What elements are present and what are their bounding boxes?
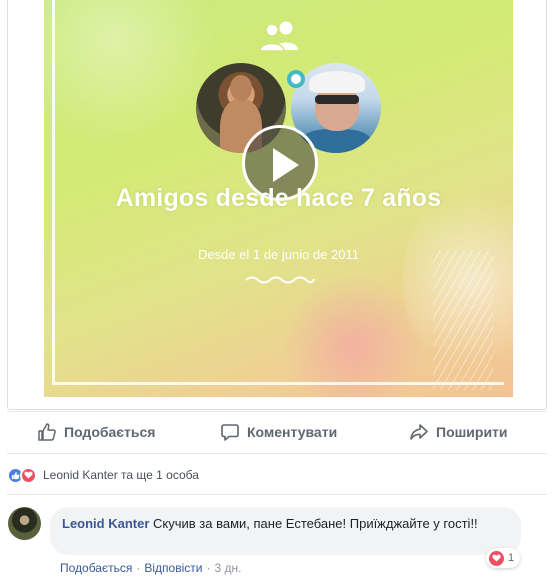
wave-decoration (245, 276, 315, 284)
share-button[interactable]: Поширити (409, 421, 508, 443)
separator-dot: · (206, 561, 211, 575)
video-streak (433, 250, 493, 390)
comment-button[interactable]: Коментувати (220, 421, 337, 443)
video-subtitle: Desde el 1 de junio de 2011 (198, 247, 359, 262)
share-label: Поширити (436, 424, 508, 440)
comment-timestamp[interactable]: 3 дн. (214, 561, 241, 575)
video-title: Amigos desde hace 7 años (115, 184, 442, 212)
love-reaction-icon (489, 550, 504, 566)
play-icon (273, 148, 299, 182)
avatar-ring-dot (287, 70, 305, 88)
comment-author-avatar[interactable] (8, 507, 41, 540)
friends-icon (259, 21, 298, 52)
post-card: Amigos desde hace 7 años Desde el 1 de j… (7, 0, 547, 410)
share-icon (410, 424, 428, 440)
thumbs-up-icon (38, 423, 56, 441)
comment-actions: Подобається · Відповісти · 3 дн. (60, 561, 241, 575)
love-reaction-icon (20, 466, 37, 484)
comment-author-link[interactable]: Leonid Kanter (62, 516, 149, 531)
post-actions-bar: Подобається Коментувати Поширити (7, 411, 547, 451)
memories-video[interactable]: Amigos desde hace 7 años Desde el 1 de j… (44, 0, 513, 397)
comment-reply-link[interactable]: Відповісти (144, 561, 202, 575)
comment-reaction-count: 1 (508, 552, 515, 564)
like-label: Подобається (64, 424, 156, 440)
comment-label: Коментувати (247, 424, 338, 440)
separator-dot: · (136, 561, 141, 575)
like-button[interactable]: Подобається (37, 421, 155, 443)
comment-reaction-badge[interactable]: 1 (486, 548, 521, 568)
divider-actions (7, 453, 547, 454)
divider-reactions (7, 494, 547, 495)
reactions-summary-text: Leonid Kanter та ще 1 особа (43, 468, 199, 482)
comment-bubble: Leonid Kanter Скучив за вами, пане Естеб… (50, 507, 521, 555)
comment-text: Скучив за вами, пане Естебане! Приїжджай… (153, 516, 478, 531)
reactions-summary[interactable]: Leonid Kanter та ще 1 особа (7, 465, 199, 485)
comment-icon (221, 424, 239, 441)
comment-like-link[interactable]: Подобається (60, 561, 132, 575)
divider-top (7, 411, 547, 412)
